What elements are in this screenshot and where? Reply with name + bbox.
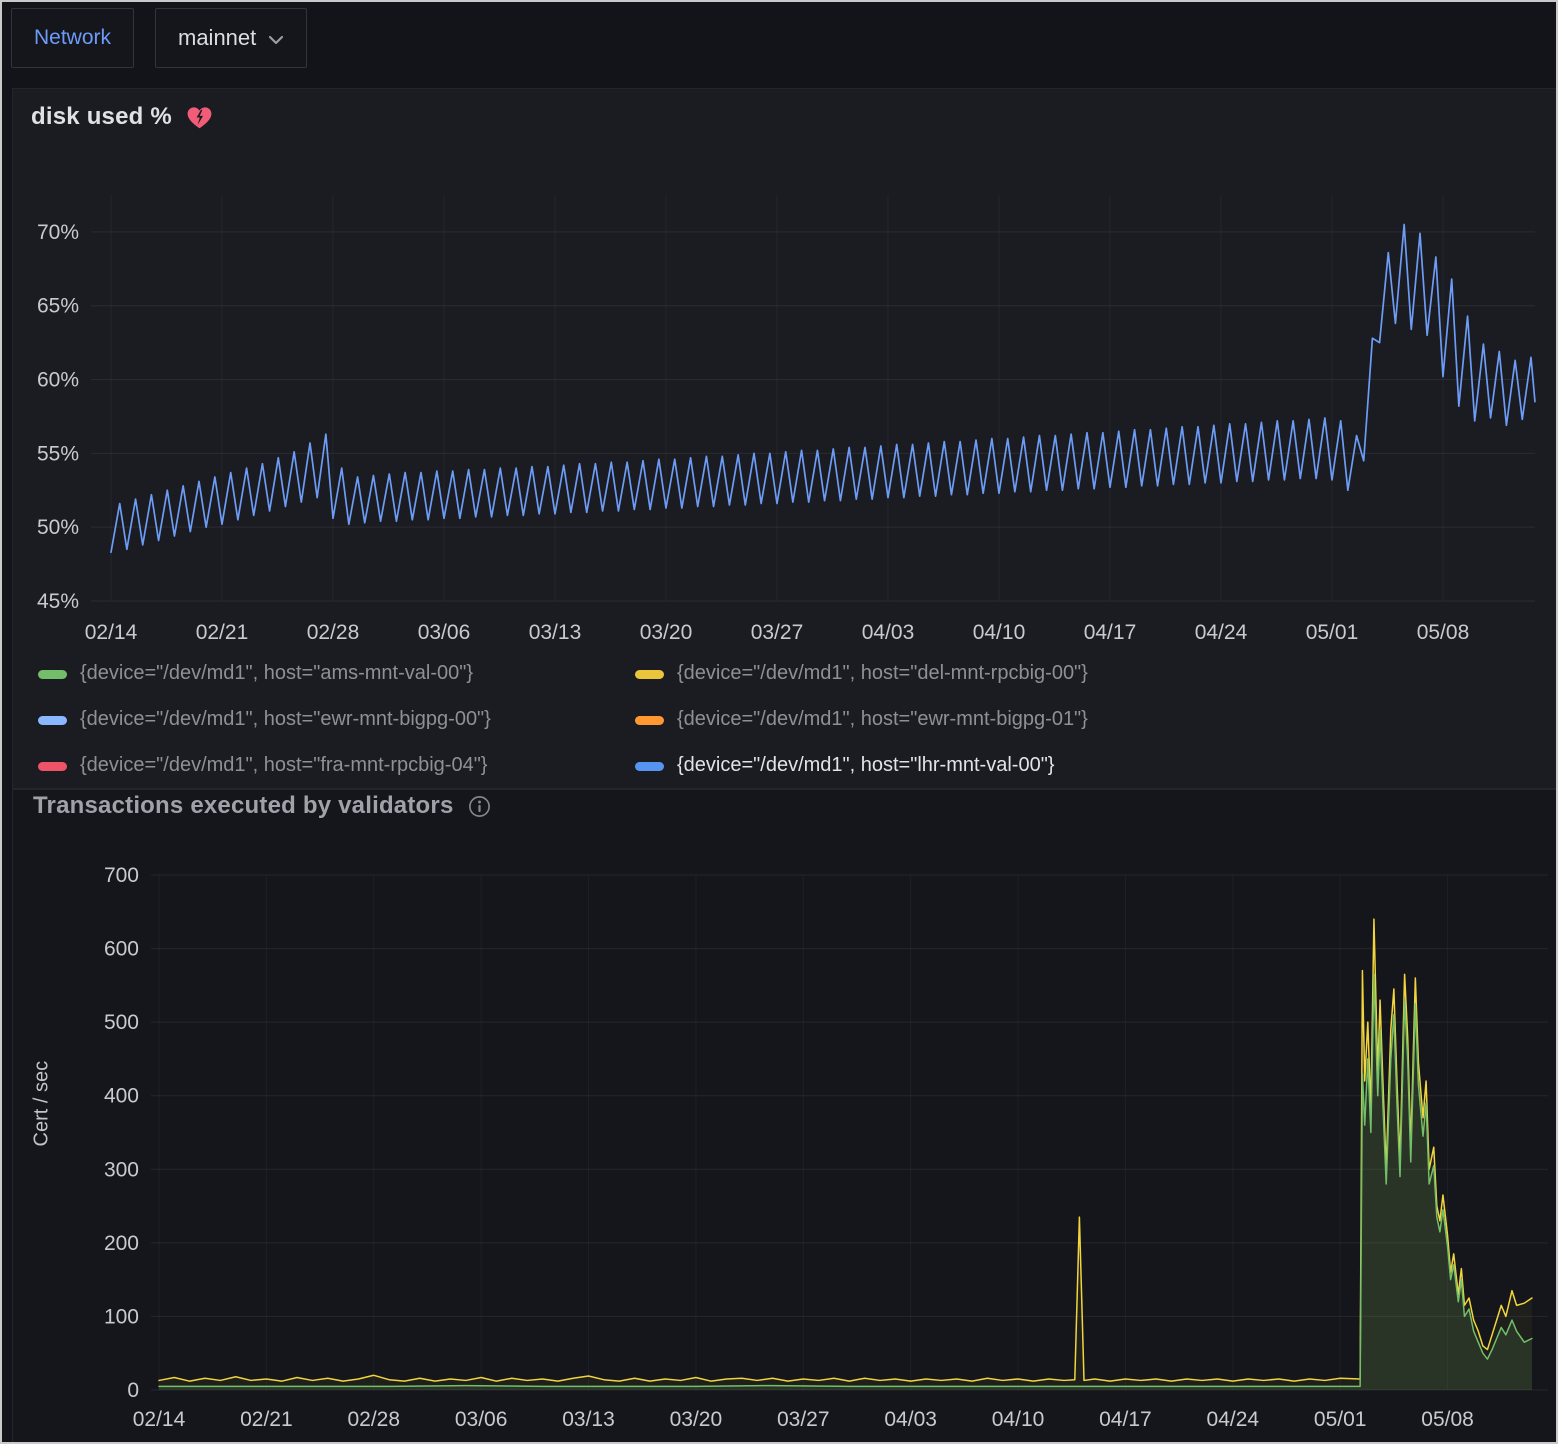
x-tick-label: 02/28 [347, 1408, 400, 1431]
x-tick-label: 04/03 [884, 1408, 937, 1431]
network-variable-label: Network [34, 26, 111, 50]
x-tick-label: 04/24 [1195, 621, 1248, 644]
x-tick-label: 05/08 [1421, 1408, 1474, 1431]
x-tick-label: 03/27 [751, 621, 804, 644]
legend-color-swatch [38, 716, 67, 725]
legend-color-swatch [38, 670, 67, 679]
y-tick-label: 500 [104, 1011, 139, 1034]
x-tick-label: 04/03 [862, 621, 915, 644]
y-tick-label: 600 [104, 938, 139, 961]
y-tick-label: 50% [37, 516, 79, 539]
x-tick-label: 02/21 [240, 1408, 293, 1431]
x-tick-label: 03/20 [670, 1408, 723, 1431]
x-tick-label: 03/27 [777, 1408, 830, 1431]
legend-label: {device="/dev/md1", host="lhr-mnt-val-00… [677, 754, 1054, 777]
legend-label: {device="/dev/md1", host="fra-mnt-rpcbig… [80, 754, 488, 777]
x-tick-label: 05/01 [1314, 1408, 1367, 1431]
tx-chart-plot-area[interactable] [151, 875, 1548, 1390]
dashboard-toolbar: Network mainnet [2, 2, 1556, 86]
y-tick-label: 60% [37, 369, 79, 392]
x-tick-label: 03/06 [418, 621, 471, 644]
legend-item[interactable]: {device="/dev/md1", host="ewr-mnt-bigpg-… [38, 708, 491, 731]
legend-label: {device="/dev/md1", host="del-mnt-rpcbig… [677, 662, 1088, 685]
y-tick-label: 70% [37, 221, 79, 244]
disk-used-panel: disk used % 45%50%55%60%65%70%02/1402/21… [12, 88, 1557, 789]
legend-item[interactable]: {device="/dev/md1", host="fra-mnt-rpcbig… [38, 754, 488, 777]
legend-color-swatch [635, 670, 664, 679]
y-tick-label: 65% [37, 295, 79, 318]
legend-color-swatch [635, 762, 664, 771]
legend-item[interactable]: {device="/dev/md1", host="ewr-mnt-bigpg-… [635, 708, 1088, 731]
x-tick-label: 04/17 [1099, 1408, 1152, 1431]
disk-chart-plot-area[interactable] [91, 195, 1535, 601]
x-tick-label: 02/14 [85, 621, 138, 644]
x-tick-label: 04/10 [973, 621, 1026, 644]
y-tick-label: 700 [104, 864, 139, 887]
network-variable-label-box: Network [11, 8, 134, 68]
network-variable-dropdown[interactable]: mainnet [155, 8, 307, 68]
y-tick-label: 300 [104, 1158, 139, 1181]
y-tick-label: 100 [104, 1305, 139, 1328]
x-tick-label: 04/24 [1207, 1408, 1260, 1431]
x-tick-label: 04/10 [992, 1408, 1045, 1431]
x-tick-label: 04/17 [1084, 621, 1137, 644]
chevron-down-icon [268, 35, 284, 45]
network-variable-value[interactable]: mainnet [178, 25, 256, 51]
x-tick-label: 02/28 [307, 621, 360, 644]
legend-color-swatch [38, 762, 67, 771]
legend-label: {device="/dev/md1", host="ewr-mnt-bigpg-… [80, 708, 491, 731]
grafana-dashboard: Network mainnet disk used % 45%50%55%60%… [0, 0, 1558, 1444]
y-tick-label: 400 [104, 1085, 139, 1108]
x-tick-label: 03/20 [640, 621, 693, 644]
x-tick-label: 02/21 [196, 621, 249, 644]
legend-item[interactable]: {device="/dev/md1", host="lhr-mnt-val-00… [635, 754, 1054, 777]
y-tick-label: 200 [104, 1232, 139, 1255]
y-tick-label: 0 [127, 1379, 139, 1402]
legend-label: {device="/dev/md1", host="ewr-mnt-bigpg-… [677, 708, 1088, 731]
y-tick-label: 45% [37, 590, 79, 613]
x-tick-label: 02/14 [133, 1408, 186, 1431]
legend-label: {device="/dev/md1", host="ams-mnt-val-00… [80, 662, 473, 685]
legend-color-swatch [635, 716, 664, 725]
x-tick-label: 03/13 [562, 1408, 615, 1431]
y-tick-label: 55% [37, 442, 79, 465]
transactions-chart: 0 100 200 300 400 500 600 700 02/14 02/21 02/28 03/… [13, 790, 1558, 1444]
transactions-panel: Transactions executed by validators Cert… [12, 789, 1557, 1444]
legend-item[interactable]: {device="/dev/md1", host="del-mnt-rpcbig… [635, 662, 1088, 685]
x-tick-label: 03/06 [455, 1408, 508, 1431]
x-tick-label: 03/13 [529, 621, 582, 644]
x-tick-label: 05/01 [1306, 621, 1359, 644]
x-tick-label: 05/08 [1417, 621, 1470, 644]
legend-item[interactable]: {device="/dev/md1", host="ams-mnt-val-00… [38, 662, 473, 685]
